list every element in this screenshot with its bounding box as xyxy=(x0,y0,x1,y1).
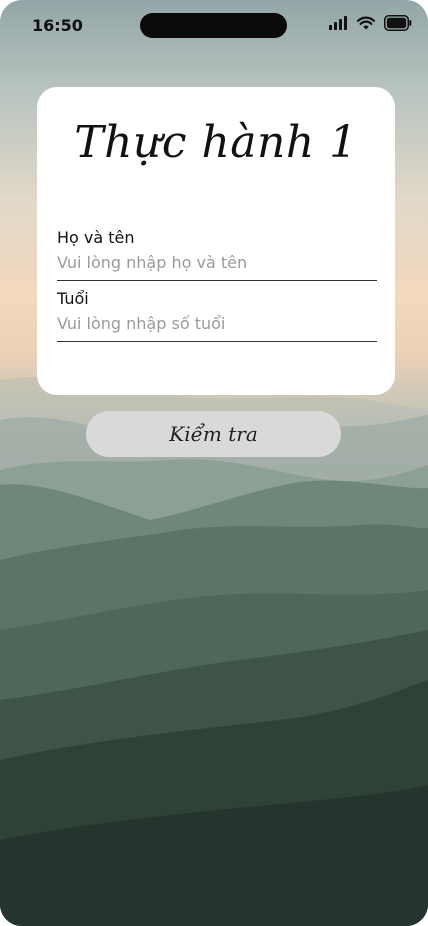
cellular-signal-icon xyxy=(329,16,347,30)
page-title: Thực hành 1 xyxy=(74,117,358,168)
name-label: Họ và tên xyxy=(57,228,135,247)
check-button[interactable]: Kiểm tra xyxy=(86,411,341,457)
age-field-group: Tuổi xyxy=(57,288,377,342)
age-label: Tuổi xyxy=(57,289,89,308)
battery-icon xyxy=(384,15,412,31)
name-input[interactable] xyxy=(57,249,377,281)
form-card: Thực hành 1 Họ và tên Tuổi xyxy=(37,87,395,395)
status-icons xyxy=(329,15,412,31)
status-time: 16:50 xyxy=(32,16,83,35)
age-input[interactable] xyxy=(57,310,377,342)
phone-screen: 16:50 Thực hành 1 Họ và tên Vui lòng nhậ… xyxy=(0,0,428,926)
name-field-group: Họ và tên xyxy=(57,227,377,281)
status-bar: 16:50 xyxy=(0,0,428,52)
wifi-icon xyxy=(357,16,375,30)
dynamic-island xyxy=(140,13,287,38)
